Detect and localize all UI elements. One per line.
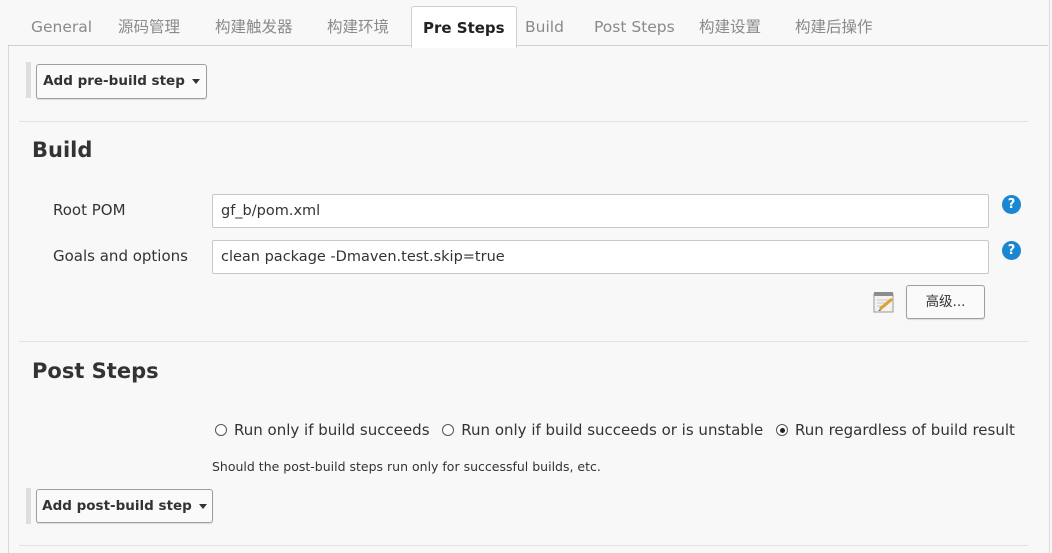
help-icon[interactable]: ? <box>1002 241 1021 260</box>
notepad-icon[interactable] <box>872 290 896 314</box>
radio-label: Run regardless of build result <box>795 421 1015 439</box>
section-divider <box>19 121 1028 122</box>
post-steps-radio-group: Run only if build succeeds Run only if b… <box>215 421 1023 441</box>
pre-steps-marker <box>26 62 31 98</box>
tab-build-settings[interactable]: 构建设置 <box>699 0 761 45</box>
add-post-build-step-button[interactable]: Add post-build step <box>36 489 213 523</box>
post-steps-marker <box>26 488 31 524</box>
tab-general[interactable]: General <box>31 0 92 45</box>
radio-button-checked[interactable] <box>776 424 789 436</box>
radio-label: Run only if build succeeds or is unstabl… <box>461 421 764 439</box>
radio-option-succeeds-or-unstable[interactable]: Run only if build succeeds or is unstabl… <box>442 421 763 439</box>
tab-build-triggers[interactable]: 构建触发器 <box>215 0 293 45</box>
post-steps-section-title: Post Steps <box>32 359 159 383</box>
tab-pre-steps[interactable]: Pre Steps <box>411 6 517 48</box>
post-steps-help-text: Should the post-build steps run only for… <box>212 459 601 474</box>
radio-button[interactable] <box>215 424 227 436</box>
tab-source-code-management[interactable]: 源码管理 <box>118 0 180 45</box>
caret-down-icon <box>191 78 200 84</box>
tab-post-build-actions[interactable]: 构建后操作 <box>795 0 873 45</box>
root-pom-input[interactable] <box>212 194 989 228</box>
section-divider <box>19 341 1028 342</box>
help-icon[interactable]: ? <box>1002 195 1021 214</box>
radio-option-regardless[interactable]: Run regardless of build result <box>776 421 1015 439</box>
radio-button[interactable] <box>442 424 455 436</box>
tab-build-environment[interactable]: 构建环境 <box>327 0 389 45</box>
add-pre-build-step-button[interactable]: Add pre-build step <box>36 64 207 99</box>
add-post-build-step-label: Add post-build step <box>42 498 192 514</box>
advanced-button[interactable]: 高级... <box>906 285 985 319</box>
goals-options-label: Goals and options <box>53 247 188 265</box>
goals-options-input[interactable] <box>212 240 989 274</box>
radio-option-succeeds[interactable]: Run only if build succeeds <box>215 421 430 439</box>
caret-down-icon <box>198 503 207 509</box>
root-pom-label: Root POM <box>53 201 126 219</box>
radio-label: Run only if build succeeds <box>234 421 430 439</box>
tab-post-steps[interactable]: Post Steps <box>594 0 675 45</box>
add-pre-build-step-label: Add pre-build step <box>43 73 185 89</box>
build-section-title: Build <box>32 138 93 162</box>
tab-build[interactable]: Build <box>525 0 564 45</box>
section-divider <box>19 545 1028 546</box>
